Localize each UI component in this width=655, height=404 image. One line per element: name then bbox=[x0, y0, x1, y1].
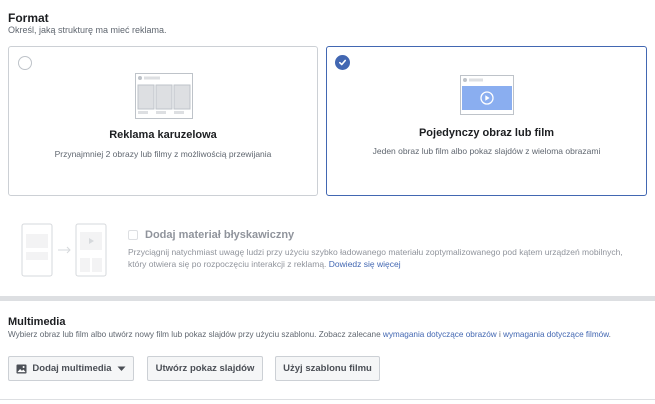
carousel-format-card[interactable]: Reklama karuzelowa Przynajmniej 2 obrazy… bbox=[8, 46, 318, 196]
instant-experience-icon bbox=[21, 223, 107, 277]
format-subtitle: Określ, jaką strukturę ma mieć reklama. bbox=[8, 25, 167, 35]
media-subtitle: Wybierz obraz lub film albo utwórz nowy … bbox=[8, 330, 653, 339]
caret-down-icon bbox=[117, 366, 126, 371]
add-media-button[interactable]: Dodaj multimedia bbox=[8, 356, 134, 381]
selected-check-icon[interactable] bbox=[335, 55, 350, 70]
bottom-divider bbox=[0, 399, 655, 400]
media-subtitle-period: . bbox=[608, 330, 611, 339]
single-image-description: Jeden obraz lub film albo pokaz slajdów … bbox=[372, 146, 601, 156]
media-subtitle-text: Wybierz obraz lub film albo utwórz nowy … bbox=[8, 330, 381, 339]
image-requirements-link[interactable]: wymagania dotyczące obrazów bbox=[383, 330, 497, 339]
single-image-title: Pojedynczy obraz lub film bbox=[418, 127, 555, 139]
instant-experience-illustration bbox=[20, 222, 120, 278]
create-slideshow-button[interactable]: Utwórz pokaz slajdów bbox=[147, 356, 263, 381]
media-title: Multimedia bbox=[8, 316, 66, 328]
instant-experience-title: Dodaj materiał błyskawiczny bbox=[145, 229, 295, 241]
carousel-title: Reklama karuzelowa bbox=[109, 129, 217, 141]
learn-more-link[interactable]: Dowiedz się więcej bbox=[329, 259, 401, 269]
add-media-label: Dodaj multimedia bbox=[32, 363, 112, 374]
instant-experience-checkbox[interactable] bbox=[128, 230, 138, 240]
section-divider bbox=[0, 296, 655, 301]
media-subtitle-and: i bbox=[498, 330, 501, 339]
use-video-template-button[interactable]: Użyj szablonu filmu bbox=[275, 356, 380, 381]
single-video-illustration-icon bbox=[460, 75, 514, 115]
instant-experience-description: Przyciągnij natychmiast uwagę ludzi przy… bbox=[128, 246, 643, 270]
carousel-radio[interactable] bbox=[18, 56, 32, 70]
carousel-description: Przynajmniej 2 obrazy lub filmy z możliw… bbox=[54, 149, 272, 159]
carousel-illustration-icon bbox=[135, 73, 193, 119]
image-icon bbox=[16, 363, 27, 374]
format-title: Format bbox=[8, 11, 49, 25]
single-image-format-card[interactable]: Pojedynczy obraz lub film Jeden obraz lu… bbox=[326, 46, 647, 196]
video-requirements-link[interactable]: wymagania dotyczące filmów bbox=[503, 330, 609, 339]
